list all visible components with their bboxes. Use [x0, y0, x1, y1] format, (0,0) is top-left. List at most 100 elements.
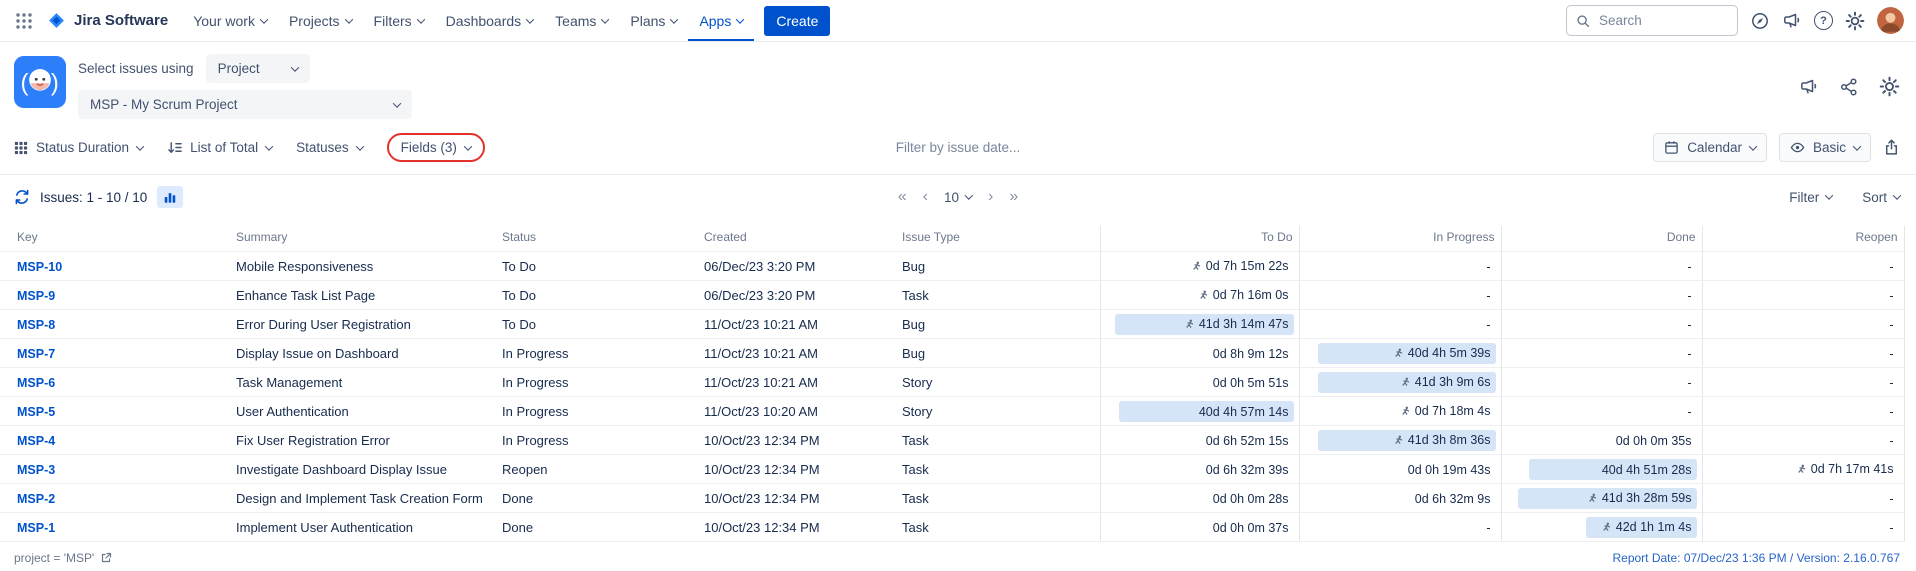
- report-settings-icon[interactable]: [1879, 76, 1900, 97]
- running-status-icon: [1796, 464, 1807, 475]
- duration-value: 41d 3h 8m 36s: [1408, 430, 1491, 451]
- create-button[interactable]: Create: [764, 6, 830, 36]
- table-row[interactable]: MSP-10Mobile ResponsivenessTo Do06/Dec/2…: [0, 252, 1904, 281]
- select-issues-label: Select issues using: [78, 61, 194, 76]
- app-switcher-icon[interactable]: [8, 0, 40, 41]
- duration-value: 42d 1h 1m 4s: [1616, 517, 1692, 538]
- table-row[interactable]: MSP-8Error During User RegistrationTo Do…: [0, 310, 1904, 339]
- primary-nav: Your work Projects Filters Dashboards Te…: [182, 0, 754, 41]
- cell-created: 11/Oct/23 10:21 AM: [696, 339, 894, 368]
- nav-item-filters[interactable]: Filters: [363, 0, 435, 41]
- cell-duration-todo: 0d 0h 5m 51s: [1100, 368, 1299, 397]
- timeinstatus-app-logo: ( ): [14, 56, 66, 108]
- table-row[interactable]: MSP-5User AuthenticationIn Progress11/Oc…: [0, 397, 1904, 426]
- cell-duration-todo: 40d 4h 57m 14s: [1100, 397, 1299, 426]
- share-icon[interactable]: [1839, 77, 1859, 97]
- announcements-icon[interactable]: [1782, 11, 1802, 31]
- column-header-todo: To Do: [1100, 226, 1299, 252]
- statuses-dropdown[interactable]: Statuses: [296, 140, 363, 155]
- cell-duration-reopen: -: [1702, 281, 1904, 310]
- table-row[interactable]: MSP-6Task ManagementIn Progress11/Oct/23…: [0, 368, 1904, 397]
- cell-status: In Progress: [494, 426, 696, 455]
- nav-item-your-work[interactable]: Your work: [182, 0, 278, 41]
- cell-summary: User Authentication: [228, 397, 494, 426]
- external-link-icon[interactable]: [100, 552, 112, 564]
- cell-duration-done: -: [1501, 397, 1702, 426]
- nav-item-projects[interactable]: Projects: [278, 0, 363, 41]
- duration-value: -: [1889, 402, 1893, 423]
- chevron-down-icon: [344, 15, 352, 23]
- cell-duration-in-progress: 40d 4h 5m 39s: [1299, 339, 1501, 368]
- table-row[interactable]: MSP-3Investigate Dashboard Display Issue…: [0, 455, 1904, 484]
- table-row[interactable]: MSP-7Display Issue on DashboardIn Progre…: [0, 339, 1904, 368]
- report-type-dropdown[interactable]: Status Duration: [14, 140, 143, 155]
- sort-dropdown[interactable]: Sort: [1862, 190, 1900, 205]
- search-input[interactable]: [1597, 12, 1728, 29]
- prev-page-icon[interactable]: ‹: [923, 189, 928, 205]
- aggregation-dropdown[interactable]: List of Total: [167, 140, 272, 155]
- nav-item-teams[interactable]: Teams: [544, 0, 619, 41]
- issue-key-link[interactable]: MSP-1: [17, 521, 55, 535]
- cell-issue-type: Story: [894, 397, 1100, 426]
- discover-icon[interactable]: [1750, 11, 1770, 31]
- duration-value: 0d 7h 18m 4s: [1415, 401, 1491, 422]
- global-search[interactable]: [1566, 5, 1738, 36]
- issue-key-link[interactable]: MSP-2: [17, 492, 55, 506]
- view-mode-dropdown[interactable]: Basic: [1779, 133, 1871, 162]
- cell-duration-in-progress: 41d 3h 8m 36s: [1299, 426, 1501, 455]
- cell-duration-reopen: -: [1702, 513, 1904, 542]
- project-dropdown[interactable]: MSP - My Scrum Project: [78, 90, 412, 119]
- issue-key-link[interactable]: MSP-3: [17, 463, 55, 477]
- filter-dropdown[interactable]: Filter: [1789, 190, 1832, 205]
- cell-key: MSP-2: [0, 484, 228, 513]
- feedback-icon[interactable]: [1799, 77, 1819, 97]
- last-page-icon[interactable]: »: [1009, 189, 1018, 205]
- issue-key-link[interactable]: MSP-8: [17, 318, 55, 332]
- cell-duration-done: 40d 4h 51m 28s: [1501, 455, 1702, 484]
- issue-key-link[interactable]: MSP-4: [17, 434, 55, 448]
- help-icon[interactable]: ?: [1814, 11, 1833, 30]
- next-page-icon[interactable]: ›: [988, 189, 993, 205]
- duration-value: 0d 0h 0m 28s: [1213, 489, 1289, 510]
- refresh-icon[interactable]: [14, 189, 30, 205]
- report-footer: project = 'MSP' Report Date: 07/Dec/23 1…: [0, 542, 1916, 565]
- nav-item-apps[interactable]: Apps: [688, 0, 754, 41]
- cell-key: MSP-10: [0, 252, 228, 281]
- duration-value: 0d 6h 52m 15s: [1206, 431, 1289, 452]
- grid-icon: [14, 141, 28, 155]
- table-row[interactable]: MSP-4Fix User Registration ErrorIn Progr…: [0, 426, 1904, 455]
- table-row[interactable]: MSP-2Design and Implement Task Creation …: [0, 484, 1904, 513]
- issue-key-link[interactable]: MSP-10: [17, 260, 62, 274]
- export-icon[interactable]: [1883, 139, 1900, 156]
- duration-value: 0d 0h 19m 43s: [1408, 460, 1491, 481]
- issue-source-dropdown[interactable]: Project: [206, 54, 310, 83]
- cell-duration-done: -: [1501, 281, 1702, 310]
- duration-value: -: [1889, 518, 1893, 539]
- user-avatar[interactable]: [1877, 7, 1904, 34]
- jira-home-link[interactable]: Jira Software: [40, 0, 182, 41]
- duration-value: 0d 6h 32m 9s: [1415, 489, 1491, 510]
- nav-item-plans[interactable]: Plans: [619, 0, 688, 41]
- chevron-down-icon: [965, 191, 973, 199]
- cell-duration-in-progress: 0d 6h 32m 9s: [1299, 484, 1501, 513]
- first-page-icon[interactable]: «: [898, 189, 907, 205]
- issue-key-link[interactable]: MSP-7: [17, 347, 55, 361]
- issue-key-link[interactable]: MSP-9: [17, 289, 55, 303]
- issue-key-link[interactable]: MSP-6: [17, 376, 55, 390]
- cell-duration-in-progress: -: [1299, 513, 1501, 542]
- table-row[interactable]: MSP-9Enhance Task List PageTo Do06/Dec/2…: [0, 281, 1904, 310]
- fields-dropdown[interactable]: Fields (3): [401, 140, 471, 155]
- nav-item-dashboards[interactable]: Dashboards: [435, 0, 545, 41]
- issue-date-filter[interactable]: Filter by issue date...: [896, 140, 1021, 155]
- cell-summary: Mobile Responsiveness: [228, 252, 494, 281]
- page-size-select[interactable]: 10: [944, 190, 972, 205]
- table-row[interactable]: MSP-1Implement User AuthenticationDone10…: [0, 513, 1904, 542]
- issue-key-link[interactable]: MSP-5: [17, 405, 55, 419]
- chart-view-icon[interactable]: [157, 186, 183, 208]
- duration-value: 0d 8h 9m 12s: [1213, 344, 1289, 365]
- calendar-dropdown[interactable]: Calendar: [1653, 133, 1767, 162]
- duration-value: -: [1687, 257, 1691, 278]
- jira-logo-icon: [46, 10, 67, 31]
- settings-icon[interactable]: [1845, 11, 1865, 31]
- cell-key: MSP-4: [0, 426, 228, 455]
